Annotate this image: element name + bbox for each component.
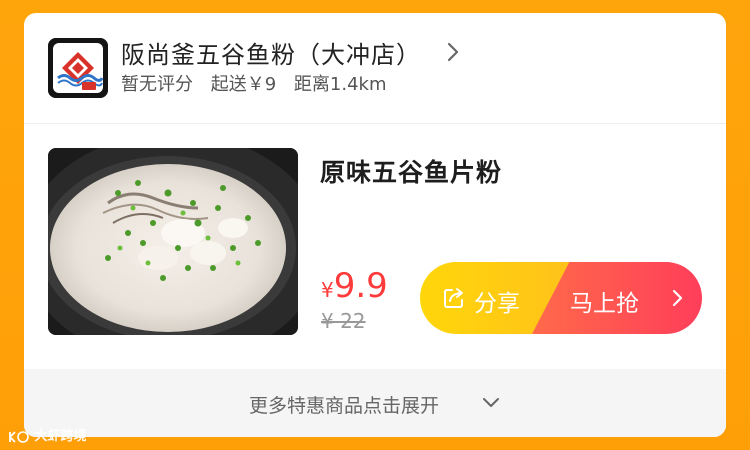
- watermark: 大虾跨境: [8, 425, 87, 444]
- chevron-right-icon[interactable]: [442, 41, 464, 63]
- store-distance: 距离1.4km: [293, 74, 387, 95]
- store-header[interactable]: 阪尚釜五谷鱼粉（大冲店） 暂无评分 起送￥9 距离1.4km: [24, 13, 726, 123]
- product-name: 原味五谷鱼片粉: [320, 158, 503, 187]
- store-meta: 暂无评分 起送￥9 距离1.4km: [121, 70, 399, 96]
- price-symbol: ¥: [321, 278, 334, 302]
- store-rating: 暂无评分: [121, 74, 193, 95]
- price-value: 9.9: [333, 266, 388, 306]
- share-label[interactable]: 分享: [474, 284, 520, 318]
- current-price: ¥9.9: [321, 266, 388, 306]
- watermark-text: 大虾跨境: [34, 429, 87, 444]
- chevron-right-icon[interactable]: [669, 289, 685, 307]
- action-group: 分享 马上抢: [420, 262, 702, 334]
- expand-label[interactable]: 更多特惠商品点击展开: [249, 391, 439, 418]
- expand-more-bar[interactable]: 更多特惠商品点击展开: [24, 369, 726, 437]
- store-name: 阪尚釜五谷鱼粉（大冲店）: [121, 41, 421, 69]
- divider: [24, 123, 726, 124]
- store-min-delivery: 起送￥9: [210, 74, 277, 95]
- original-price: ¥ 22: [321, 309, 366, 333]
- fish-noodle-soup-photo: [48, 148, 298, 335]
- store-logo: [48, 38, 108, 98]
- grab-label[interactable]: 马上抢: [570, 284, 639, 318]
- chevron-down-icon[interactable]: [482, 396, 500, 410]
- share-icon[interactable]: [442, 286, 466, 310]
- deal-card: 阪尚釜五谷鱼粉（大冲店） 暂无评分 起送￥9 距离1.4km 原味五谷鱼片粉 ¥…: [24, 13, 726, 437]
- product-image[interactable]: [48, 148, 298, 335]
- page: 阪尚釜五谷鱼粉（大冲店） 暂无评分 起送￥9 距离1.4km 原味五谷鱼片粉 ¥…: [0, 0, 750, 450]
- fish-logo-icon: [48, 38, 108, 98]
- watermark-logo-icon: [9, 430, 29, 443]
